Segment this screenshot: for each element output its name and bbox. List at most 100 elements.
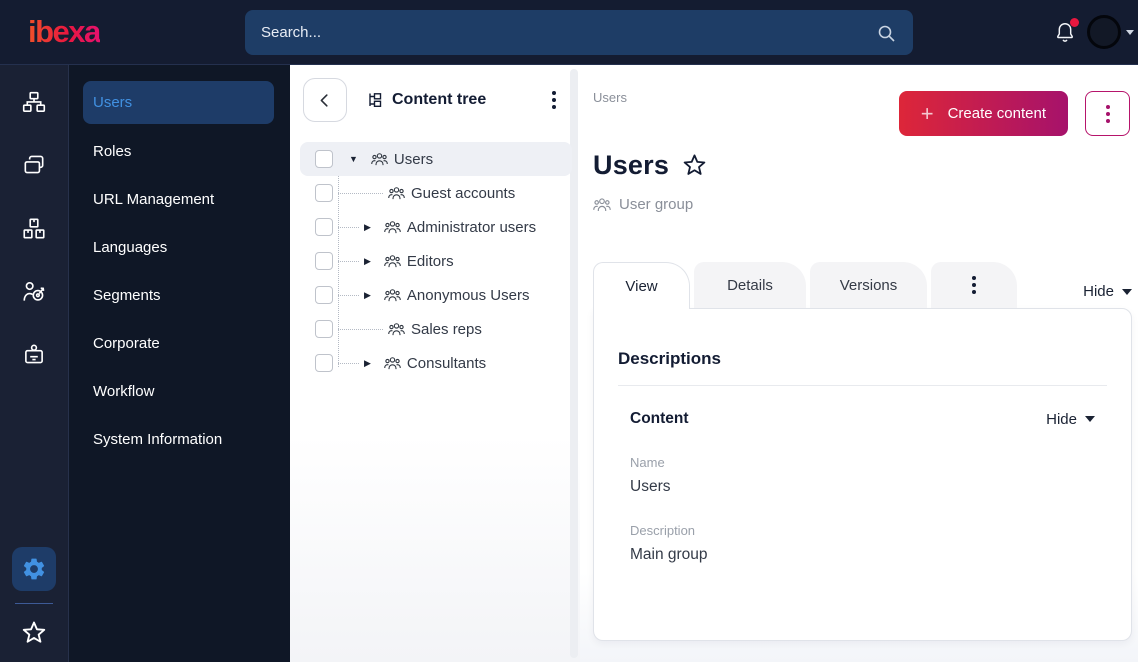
ibexa-logo[interactable]: ibexa <box>28 14 101 50</box>
tree-item-guest-accounts[interactable]: Guest accounts <box>300 176 572 210</box>
checkbox[interactable] <box>315 184 333 202</box>
sidebar-item-roles[interactable]: Roles <box>69 127 290 175</box>
user-group-icon <box>384 220 401 234</box>
checkbox[interactable] <box>315 150 333 168</box>
app-body: Users Roles URL Management Languages Seg… <box>0 65 1138 662</box>
badge-icon[interactable] <box>20 341 48 369</box>
content-type-row: User group <box>593 196 693 213</box>
tree-item-label: Editors <box>406 252 454 270</box>
sitemap-icon[interactable] <box>20 89 48 117</box>
checkbox[interactable] <box>315 286 333 304</box>
tree-item-users[interactable]: ▼ Users <box>300 142 572 176</box>
bookmark-star-icon <box>20 619 48 647</box>
caret-down-icon <box>1085 416 1095 422</box>
search-placeholder: Search... <box>261 24 322 41</box>
tab-versions[interactable]: Versions <box>810 262 927 308</box>
bookmarks-button[interactable] <box>19 618 49 648</box>
create-content-label: Create content <box>947 105 1046 122</box>
sidebar-item-workflow[interactable]: Workflow <box>69 367 290 415</box>
tab-details[interactable]: Details <box>694 262 806 308</box>
user-group-icon <box>388 322 405 336</box>
pages-icon[interactable] <box>20 152 48 180</box>
collapse-tree-button[interactable] <box>303 78 347 122</box>
tree-item-editors[interactable]: ▶ Editors <box>300 244 572 278</box>
field-name: Name Users <box>630 455 1095 496</box>
content-options-button[interactable] <box>1085 91 1130 136</box>
user-group-icon <box>593 197 611 212</box>
breadcrumb[interactable]: Users <box>593 90 627 105</box>
tree-branch-line <box>338 260 359 262</box>
sidebar-item-system-information[interactable]: System Information <box>69 415 290 463</box>
sidebar-item-languages[interactable]: Languages <box>69 223 290 271</box>
tab-more-options[interactable] <box>931 262 1017 308</box>
admin-menu: Users Roles URL Management Languages Seg… <box>69 65 290 662</box>
user-menu-caret-icon[interactable] <box>1126 30 1134 35</box>
caret-down-icon <box>1122 288 1132 295</box>
audience-icon[interactable] <box>20 278 48 306</box>
expand-open-icon[interactable]: ▼ <box>349 154 358 164</box>
notifications-button[interactable] <box>1054 18 1079 46</box>
tree-branch-line <box>338 294 359 296</box>
admin-settings-button[interactable] <box>12 547 56 591</box>
expand-closed-icon[interactable]: ▶ <box>364 290 371 301</box>
plus-icon: + <box>920 100 934 126</box>
descriptions-heading: Descriptions <box>618 349 721 368</box>
checkbox[interactable] <box>315 218 333 236</box>
hide-group-toggle[interactable]: Hide <box>1046 411 1095 428</box>
content-group: Content Hide Name Users Description Main… <box>618 410 1107 564</box>
search-icon[interactable] <box>875 22 897 44</box>
tree-panel-title: Content tree <box>392 91 487 108</box>
hide-label: Hide <box>1083 283 1114 300</box>
tab-label: Details <box>727 276 773 294</box>
favorite-star-icon[interactable] <box>681 152 708 179</box>
tree-item-label: Guest accounts <box>411 184 516 202</box>
user-group-icon <box>388 186 405 200</box>
tree-item-label: Administrator users <box>406 218 537 236</box>
tree-branch-line <box>338 226 359 228</box>
tree-item-administrator-users[interactable]: ▶ Administrator users <box>300 210 572 244</box>
create-content-button[interactable]: + Create content <box>898 91 1068 136</box>
topbar: ibexa Search... <box>0 0 1138 65</box>
field-value: Main group <box>630 546 708 563</box>
settings-gear-icon <box>21 556 47 582</box>
icon-rail <box>0 65 69 662</box>
sidebar-item-corporate[interactable]: Corporate <box>69 319 290 367</box>
user-group-icon <box>371 152 388 166</box>
notification-dot <box>1070 18 1079 27</box>
tree-item-label: Consultants <box>406 354 487 372</box>
tree-branch-line <box>338 328 383 330</box>
tab-label: Versions <box>839 276 898 294</box>
sidebar-item-users[interactable]: Users <box>83 81 274 124</box>
products-icon[interactable] <box>20 215 48 243</box>
tree-item-sales-reps[interactable]: Sales reps <box>300 312 572 346</box>
hide-panel-toggle[interactable]: Hide <box>1083 283 1132 300</box>
tab-view[interactable]: View <box>593 262 690 309</box>
checkbox[interactable] <box>315 320 333 338</box>
rail-divider <box>15 603 53 604</box>
field-label: Name <box>630 455 665 470</box>
tree-item-label: Users <box>393 150 434 168</box>
kebab-icon <box>1100 99 1116 129</box>
tab-label: View <box>625 277 658 295</box>
avatar[interactable] <box>1087 15 1121 49</box>
checkbox[interactable] <box>315 354 333 372</box>
search-input[interactable]: Search... <box>245 10 913 55</box>
expand-closed-icon[interactable]: ▶ <box>364 256 371 267</box>
content-type-label: User group <box>619 196 694 213</box>
chevron-left-icon <box>316 91 334 109</box>
sidebar-item-segments[interactable]: Segments <box>69 271 290 319</box>
user-group-icon <box>384 356 401 370</box>
tree-item-label: Anonymous Users <box>406 286 530 304</box>
checkbox[interactable] <box>315 252 333 270</box>
header-actions: + Create content <box>898 91 1130 136</box>
expand-closed-icon[interactable]: ▶ <box>364 358 371 369</box>
expand-closed-icon[interactable]: ▶ <box>364 222 371 233</box>
sidebar-item-url-management[interactable]: URL Management <box>69 175 290 223</box>
hide-label: Hide <box>1046 410 1077 428</box>
view-tab-panel: Descriptions Content Hide Name Users Des… <box>593 308 1132 641</box>
content-group-heading: Content <box>630 410 689 427</box>
tree-item-consultants[interactable]: ▶ Consultants <box>300 346 572 380</box>
tree-branch-line <box>338 192 383 194</box>
tree-options-button[interactable] <box>546 85 562 115</box>
tree-item-anonymous-users[interactable]: ▶ Anonymous Users <box>300 278 572 312</box>
